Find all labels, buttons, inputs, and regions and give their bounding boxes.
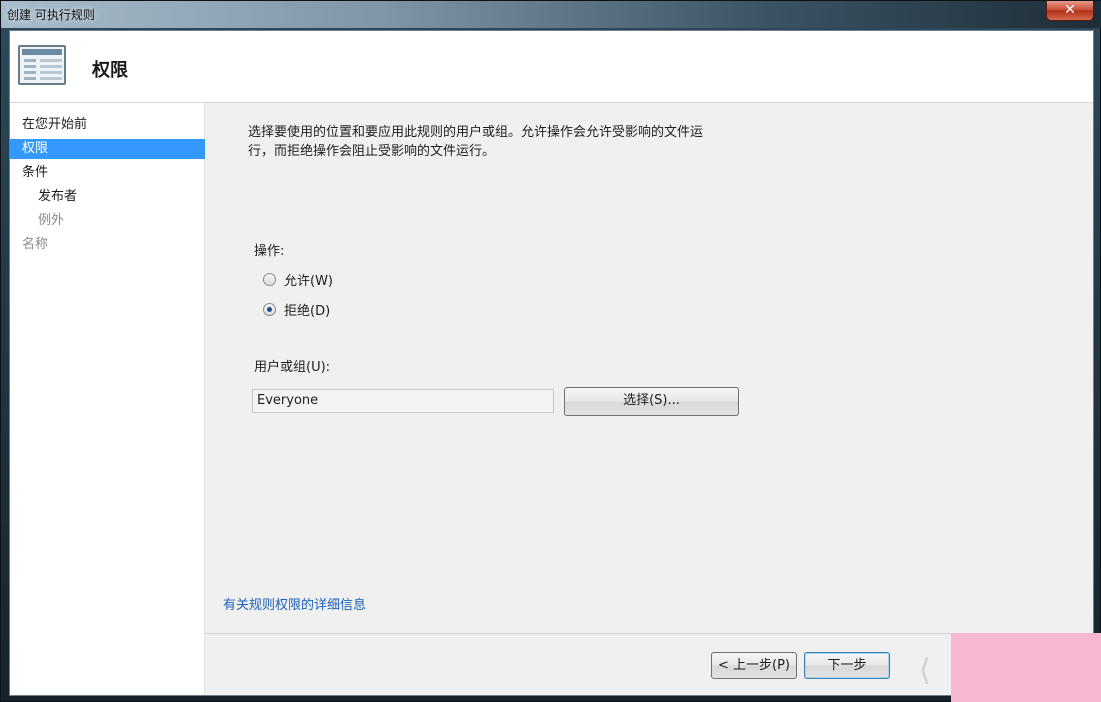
wizard-page-icon bbox=[18, 45, 66, 85]
allow-label: 允许(W) bbox=[284, 273, 333, 289]
corner-overlay bbox=[951, 633, 1101, 702]
deny-label: 拒绝(D) bbox=[284, 303, 331, 319]
main-content: 选择要使用的位置和要应用此规则的用户或组。允许操作会允许受影响的文件运行，而拒绝… bbox=[206, 103, 1093, 633]
page-title: 权限 bbox=[92, 60, 128, 81]
deny-radio[interactable] bbox=[263, 302, 276, 316]
close-icon: ✕ bbox=[1064, 2, 1076, 18]
watermark-arrow-icon: ⟨ bbox=[919, 653, 931, 688]
user-group-field[interactable]: Everyone bbox=[252, 389, 554, 413]
allow-radio[interactable] bbox=[263, 272, 276, 286]
wizard-step-list: 在您开始前 权限 条件 发布者 例外 名称 bbox=[10, 103, 205, 695]
wizard-client-area: 权限 在您开始前 权限 条件 发布者 例外 名称 选择要使用的位置和要应用此规则… bbox=[9, 30, 1094, 696]
wizard-window: 创建 可执行规则 ✕ 权限 在您开始前 权限 条件 发布者 例外 名称 选择要使… bbox=[0, 0, 1101, 702]
nav-item-publisher[interactable]: 发布者 bbox=[10, 187, 205, 207]
window-title: 创建 可执行规则 bbox=[7, 8, 95, 22]
back-button[interactable]: < 上一步(P) bbox=[711, 652, 797, 679]
nav-item-exceptions: 例外 bbox=[38, 213, 65, 228]
nav-item-name: 名称 bbox=[22, 237, 49, 252]
select-user-button[interactable]: 选择(S)... bbox=[564, 387, 739, 416]
user-group-label: 用户或组(U): bbox=[254, 360, 331, 375]
permissions-info-link[interactable]: 有关规则权限的详细信息 bbox=[223, 594, 366, 613]
next-button[interactable]: 下一步 bbox=[804, 652, 890, 679]
page-header: 权限 bbox=[10, 31, 1093, 103]
close-button[interactable]: ✕ bbox=[1046, 1, 1094, 21]
nav-item-before-you-begin[interactable]: 在您开始前 bbox=[10, 115, 205, 135]
page-description: 选择要使用的位置和要应用此规则的用户或组。允许操作会允许受影响的文件运行，而拒绝… bbox=[248, 125, 704, 159]
title-bar[interactable]: 创建 可执行规则 ✕ bbox=[1, 1, 1101, 28]
action-label: 操作: bbox=[254, 244, 285, 259]
nav-item-permissions[interactable]: 权限 bbox=[10, 139, 205, 159]
nav-item-conditions[interactable]: 条件 bbox=[10, 163, 205, 183]
allow-radio-option[interactable]: 允许(W) bbox=[263, 270, 333, 289]
deny-radio-option[interactable]: 拒绝(D) bbox=[263, 300, 331, 319]
